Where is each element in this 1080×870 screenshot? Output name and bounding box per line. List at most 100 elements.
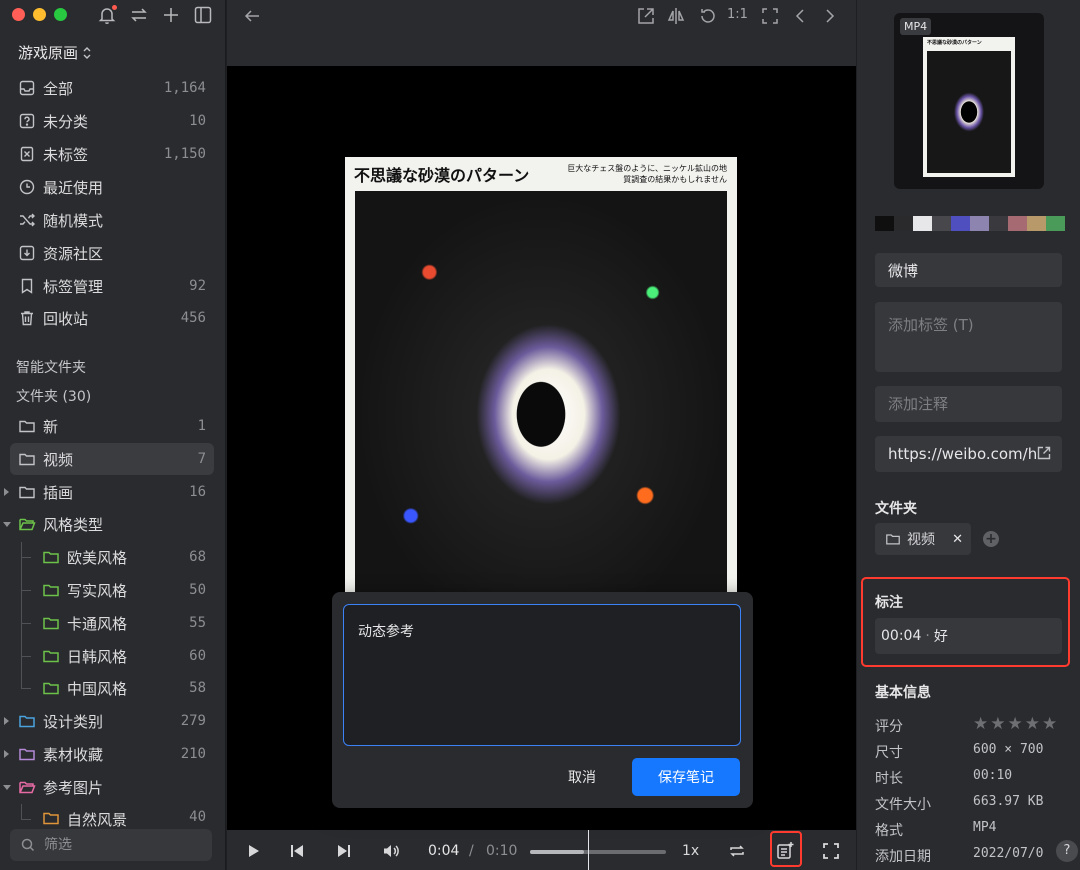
viewer-toolbar: 1:1 [227,0,856,66]
tree-guide [21,590,31,591]
folder-chinese-style[interactable]: 中国风格 58 [34,672,214,704]
notes-input[interactable] [888,395,1062,413]
nav-random[interactable]: 随机模式 [10,204,214,236]
folder-western-style[interactable]: 欧美风格 68 [34,541,214,573]
tags-field[interactable]: 添加标签 (T) [875,302,1062,372]
add-note-icon[interactable] [775,841,795,861]
playhead[interactable] [588,830,589,870]
url-text[interactable]: https://weibo.com/h [888,445,1038,463]
flip-horizontal-icon[interactable] [665,5,687,27]
url-field[interactable]: https://weibo.com/h [875,436,1062,472]
nav-trash[interactable]: 回收站 456 [10,302,214,334]
back-arrow-icon[interactable] [241,5,263,27]
library-switcher[interactable]: 游戏原画 [18,42,92,63]
playback-speed[interactable]: 1x [682,843,699,859]
sidebar-toggle-icon[interactable] [192,4,214,26]
folder-style-types[interactable]: 风格类型 [3,508,214,540]
progress-slider[interactable] [530,850,666,854]
star-icon[interactable]: ★ [1042,716,1057,736]
filter-box [10,829,212,861]
nav-tag-manager[interactable]: 标签管理 92 [10,270,214,302]
star-icon[interactable]: ★ [973,716,988,736]
folders-header[interactable]: 文件夹 (30) [16,386,91,406]
color-palette [875,216,1065,231]
folder-reference-images[interactable]: 参考图片 [3,771,214,803]
previous-item-icon[interactable] [789,5,811,27]
add-folder-icon[interactable]: + [983,531,999,547]
skip-forward-icon[interactable] [334,841,354,861]
open-link-icon[interactable] [1036,445,1052,461]
notes-field[interactable] [875,386,1062,422]
nav-community[interactable]: 资源社区 [10,237,214,269]
color-swatch[interactable] [970,216,989,231]
play-icon[interactable] [243,841,263,861]
nav-uncategorized[interactable]: 未分类 10 [10,105,214,137]
name-field[interactable] [875,253,1062,287]
plus-icon[interactable] [160,4,182,26]
annotation-item[interactable]: 00:04 · 好 [875,618,1062,654]
folder-asset-collection[interactable]: 素材收藏 210 [4,738,214,770]
volume-icon[interactable] [381,841,401,861]
nav-all[interactable]: 全部 1,164 [10,72,214,104]
zoom-window-button[interactable] [54,8,67,21]
color-swatch[interactable] [875,216,894,231]
star-icon[interactable]: ★ [990,716,1005,736]
folder-new[interactable]: 新 1 [10,410,214,442]
color-swatch[interactable] [894,216,913,231]
color-swatch[interactable] [913,216,932,231]
fullscreen-icon[interactable] [821,841,841,861]
color-swatch[interactable] [989,216,1008,231]
loop-icon[interactable] [727,841,747,861]
folder-natural-scenery[interactable]: 自然风景 40 [34,803,214,827]
nav-count: 1,150 [163,146,206,162]
minimize-window-button[interactable] [33,8,46,21]
folder-video[interactable]: 视频 7 [10,443,214,475]
folder-label: 设计类别 [43,712,104,731]
folder-cartoon-style[interactable]: 卡通风格 55 [34,607,214,639]
folder-design-categories[interactable]: 设计类别 279 [4,705,214,737]
name-input[interactable] [888,261,1062,279]
expand-caret-icon[interactable] [4,717,9,725]
star-icon[interactable]: ★ [1025,716,1040,736]
color-swatch[interactable] [1046,216,1065,231]
bell-icon[interactable] [96,4,118,26]
preview-thumbnail[interactable]: 不思議な砂漠のパターン MP4 [894,13,1044,189]
folder-chip[interactable]: 视频 ✕ [875,523,971,555]
info-key: 文件大小 [875,797,931,813]
open-external-icon[interactable] [635,5,657,27]
folder-label: 卡通风格 [67,614,128,633]
star-rating[interactable]: ★ ★ ★ ★ ★ [973,716,1057,736]
video-frame[interactable]: 不思議な砂漠のパターン 巨大なチェス盤のように、ニッケル鉱山の地 質調査の結果か… [345,157,737,597]
close-window-button[interactable] [12,8,25,21]
color-swatch[interactable] [951,216,970,231]
expand-caret-icon[interactable] [4,750,9,758]
collapse-caret-icon[interactable] [3,522,11,527]
nav-untagged[interactable]: 未标签 1,150 [10,138,214,170]
save-note-button[interactable]: 保存笔记 [632,758,740,796]
filter-input[interactable] [44,837,194,853]
folder-realistic-style[interactable]: 写实风格 50 [34,574,214,606]
folder-illustration[interactable]: 插画 16 [4,476,214,508]
sync-arrows-icon[interactable] [128,4,150,26]
skip-back-icon[interactable] [287,841,307,861]
color-swatch[interactable] [1027,216,1046,231]
rotate-icon[interactable] [697,5,719,27]
expand-caret-icon[interactable] [4,488,9,496]
info-value: MP4 [973,820,997,835]
note-textarea[interactable]: 动态参考 [343,604,741,746]
thumbnail-poster: 不思議な砂漠のパターン [923,37,1015,177]
smart-folders-header[interactable]: 智能文件夹 [16,357,86,377]
fit-screen-icon[interactable] [759,5,781,27]
actual-size-button[interactable]: 1:1 [727,7,748,22]
color-swatch[interactable] [932,216,951,231]
collapse-caret-icon[interactable] [3,785,11,790]
cancel-button[interactable]: 取消 [546,758,618,796]
color-swatch[interactable] [1008,216,1027,231]
star-icon[interactable]: ★ [1008,716,1023,736]
folder-count: 7 [197,451,206,467]
nav-recent[interactable]: 最近使用 [10,171,214,203]
help-button[interactable]: ? [1056,840,1078,862]
folder-jk-style[interactable]: 日韩风格 60 [34,640,214,672]
next-item-icon[interactable] [819,5,841,27]
remove-folder-icon[interactable]: ✕ [952,532,963,547]
